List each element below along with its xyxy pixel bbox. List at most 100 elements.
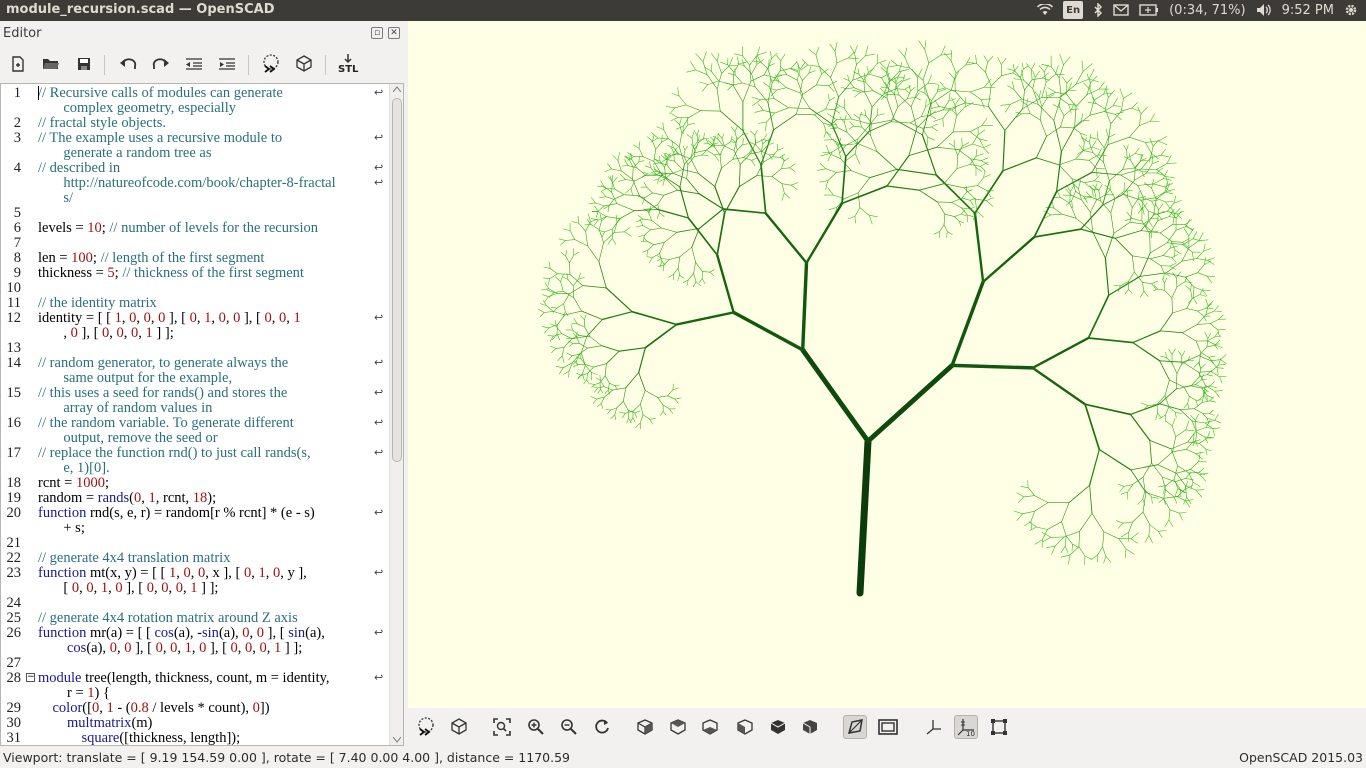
tree-branch [1173,195,1177,204]
show-edges-icon[interactable] [987,715,1011,739]
scale-markers-icon[interactable]: 10 [954,715,978,739]
tree-branch [1041,81,1047,98]
tree-branch [541,326,550,329]
unindent-icon[interactable] [181,51,207,77]
editor-toolbar: STL [0,49,408,81]
tree-branch [870,122,872,136]
export-stl-button[interactable]: STL [335,51,361,77]
fold-marker-icon[interactable]: − [26,673,35,682]
volume-icon[interactable] [1256,1,1272,19]
code-line[interactable]: , 0 ], [ 0, 0, 0, 1 ] ]; [38,325,173,342]
code-editor[interactable]: 1 2 3 4 5 6 7 8 9 10 11 12 13 14 15 16 17 18 19 20 21 22 23 24 2… [0,83,404,746]
scrollbar-thumb[interactable] [392,98,402,462]
view-front-icon[interactable] [766,715,790,739]
tree-branch [815,73,822,86]
code-line[interactable]: square([thickness, length]); [38,730,241,745]
tree-branch [1149,439,1172,450]
render-icon[interactable] [447,715,471,739]
clock[interactable]: 9:52 PM [1282,3,1334,18]
tree-branch [739,153,751,165]
tree-branch [1151,200,1156,208]
code-line[interactable]: s/ [38,190,73,207]
save-file-icon[interactable] [71,51,97,77]
wifi-icon[interactable] [1037,1,1054,19]
zoom-out-icon[interactable] [557,715,581,739]
zoom-in-icon[interactable] [524,715,548,739]
new-file-icon[interactable] [5,51,31,77]
tree-branch [646,240,655,245]
mail-icon[interactable] [1113,1,1129,19]
tree-branch [751,96,761,101]
tree-branch [942,118,944,127]
preview-icon[interactable] [258,51,284,77]
tree-branch [662,410,667,416]
tree-branch [828,80,838,86]
code-line[interactable]: [ 0, 0, 1, 0 ], [ 0, 0, 0, 1 ] ]; [38,580,218,597]
view-back-icon[interactable] [798,715,822,739]
tree-branch [771,168,782,177]
tree-branch [594,387,598,393]
view-top-icon[interactable] [666,715,690,739]
tree-branch [1059,196,1071,204]
tree-branch [1171,418,1176,427]
tree-branch [1082,63,1093,72]
code-line[interactable]: thickness = 5; // thickness of the first… [38,265,304,282]
tree-branch [567,279,574,287]
tree-branch [620,174,626,180]
battery-icon[interactable] [1139,1,1159,19]
float-panel-button[interactable]: ▫ [371,27,383,39]
preview-icon[interactable] [414,715,438,739]
tree-branch [1204,332,1209,339]
tree-branch [679,246,693,258]
undo-icon[interactable] [115,51,141,77]
redo-icon[interactable] [148,51,174,77]
code-line[interactable]: cos(a), 0, 0 ], [ 0, 0, 1, 0 ], [ 0, 0, … [38,640,302,657]
tree-branch [980,161,989,167]
tree-branch [630,188,633,196]
perspective-icon[interactable] [843,715,867,739]
view-right-icon[interactable] [633,715,657,739]
bluetooth-icon[interactable] [1093,1,1103,19]
open-file-icon[interactable] [38,51,64,77]
tree-branch [1165,406,1170,416]
tree-branch [834,51,838,64]
tree-branch [1142,207,1145,215]
view-all-icon[interactable] [490,715,514,739]
tree-branch [1047,521,1062,530]
tree-branch [1027,487,1035,496]
tree-branch [1061,76,1068,84]
keyboard-layout-indicator[interactable]: En [1063,1,1084,19]
status-bar: Viewport: translate = [ 9.19 154.59 0.00… [0,746,1366,768]
tree-branch [734,53,743,56]
tree-branch [974,169,1004,215]
indent-icon[interactable] [214,51,240,77]
tree-branch [642,249,649,253]
axes-icon[interactable] [921,715,945,739]
tree-branch [636,167,647,176]
3d-viewport[interactable] [408,21,1366,708]
orthogonal-icon[interactable] [876,715,900,739]
tree-branch [1157,451,1173,466]
view-bottom-icon[interactable] [698,715,722,739]
editor-vertical-scrollbar[interactable] [389,84,403,745]
tree-branch [1103,111,1116,115]
tree-branch [1193,402,1203,410]
tree-branch [652,192,665,196]
tree-branch [814,108,827,116]
code-line[interactable]: http://natureofcode.com/book/chapter-8-f… [38,175,335,192]
tree-branch [1195,453,1203,460]
tree-branch [1183,228,1190,236]
tree-branch [897,98,908,108]
gear-icon[interactable] [1344,1,1358,19]
reset-view-icon[interactable] [590,715,614,739]
view-left-icon[interactable] [733,715,757,739]
tree-branch [1112,105,1121,107]
code-line[interactable]: + s; [38,520,84,537]
tree-branch [1083,137,1088,143]
tree-branch [674,398,679,404]
close-panel-button[interactable]: ✕ [388,27,400,39]
render-icon[interactable] [291,51,317,77]
tree-branch [1123,190,1133,192]
code-line[interactable]: levels = 10; // number of levels for the… [38,220,318,237]
tree-branch [733,150,741,165]
